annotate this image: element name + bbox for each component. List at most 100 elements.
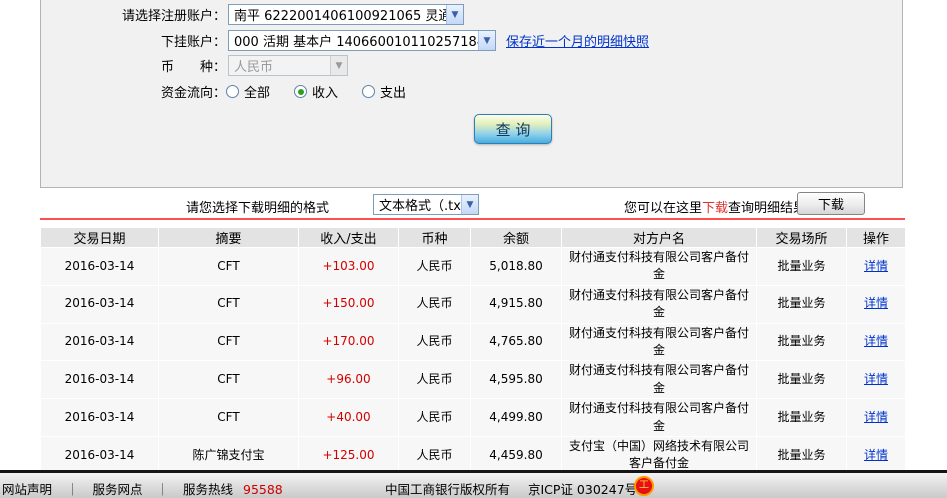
- sub-account-select[interactable]: 000 活期 基本户 1406600101102571848 ▼: [228, 30, 496, 51]
- download-hint-suffix: 查询明细结果: [728, 201, 807, 216]
- table-header-row: 交易日期 摘要 收入/支出 币种 余额 对方户名 交易场所 操作: [41, 228, 905, 247]
- query-form-panel: 请选择注册账户： 南平 6222001406100921065 灵通卡 ▼ 下挂…: [40, 0, 903, 188]
- transaction-venue: 批量业务: [757, 399, 846, 436]
- summary: CFT: [159, 323, 298, 361]
- amount: +40.00: [299, 399, 398, 436]
- detail-link[interactable]: 详情: [864, 296, 888, 310]
- register-account-row: 请选择注册账户： 南平 6222001406100921065 灵通卡 ▼: [41, 4, 902, 25]
- save-snapshot-link[interactable]: 保存近一个月的明细快照: [506, 31, 649, 50]
- radio-icon[interactable]: [226, 85, 239, 98]
- table-row: 2016-03-14 CFT +103.00 人民币 5,018.80 财付通支付科技有限…: [41, 248, 905, 285]
- hotline-number: 95588: [243, 482, 283, 497]
- balance: 4,595.80: [471, 361, 561, 399]
- balance: 4,915.80: [471, 285, 561, 323]
- red-divider: [40, 218, 905, 220]
- copyright-text: 中国工商银行版权所有: [385, 482, 511, 497]
- action-cell: 详情: [847, 285, 905, 323]
- transaction-venue: 批量业务: [757, 285, 846, 323]
- balance: 5,018.80: [471, 248, 561, 285]
- summary: CFT: [159, 361, 298, 399]
- download-hint-prefix: 您可以在这里: [624, 201, 703, 216]
- amount: +125.00: [299, 436, 398, 474]
- radio-icon[interactable]: [294, 85, 308, 98]
- action-cell: 详情: [847, 436, 905, 474]
- column-header: 操作: [847, 228, 905, 247]
- currency: 人民币: [399, 399, 470, 436]
- counterparty-name: 财付通支付科技有限公司客户备付金: [562, 285, 756, 323]
- download-format-value: 文本格式（.txt）: [379, 199, 461, 214]
- radio-label: 收入: [312, 86, 339, 101]
- balance: 4,765.80: [471, 323, 561, 361]
- fund-flow-radio-1[interactable]: 收入: [294, 82, 338, 101]
- currency: 人民币: [399, 285, 470, 323]
- counterparty-name: 财付通支付科技有限公司客户备付金: [562, 399, 756, 436]
- balance: 4,499.80: [471, 399, 561, 436]
- footer-separator: ｜: [66, 482, 79, 497]
- action-cell: 详情: [847, 399, 905, 436]
- currency: 人民币: [399, 248, 470, 285]
- register-account-select[interactable]: 南平 6222001406100921065 灵通卡 ▼: [228, 4, 464, 25]
- balance: 4,459.80: [471, 436, 561, 474]
- action-cell: 详情: [847, 361, 905, 399]
- transaction-date: 2016-03-14: [41, 285, 158, 323]
- detail-link[interactable]: 详情: [864, 410, 888, 424]
- detail-link[interactable]: 详情: [864, 334, 888, 348]
- table-row: 2016-03-14 CFT +40.00 人民币 4,499.80 财付通支付科技有限公…: [41, 399, 905, 436]
- summary: CFT: [159, 399, 298, 436]
- column-header: 余额: [471, 228, 561, 247]
- transaction-date: 2016-03-14: [41, 436, 158, 474]
- chevron-down-icon[interactable]: ▼: [446, 5, 463, 24]
- transaction-date: 2016-03-14: [41, 323, 158, 361]
- footer-link-service-outlets[interactable]: 服务网点: [93, 482, 143, 497]
- icp-number: 京ICP证 030247号: [528, 482, 638, 497]
- counterparty-name: 支付宝（中国）网络技术有限公司客户备付金: [562, 436, 756, 474]
- detail-link[interactable]: 详情: [864, 259, 888, 273]
- chevron-down-icon[interactable]: ▼: [478, 31, 495, 50]
- transaction-venue: 批量业务: [757, 436, 846, 474]
- fund-flow-radio-0[interactable]: 全部: [226, 82, 270, 101]
- sub-account-label: 下挂账户：: [160, 35, 226, 50]
- counterparty-name: 财付通支付科技有限公司客户备付金: [562, 248, 756, 285]
- register-account-value: 南平 6222001406100921065 灵通卡: [234, 9, 446, 24]
- currency-row: 币 种： 人民币 ▼: [41, 55, 902, 76]
- transaction-date: 2016-03-14: [41, 248, 158, 285]
- action-cell: 详情: [847, 323, 905, 361]
- detail-link[interactable]: 详情: [864, 448, 888, 462]
- summary: 陈广锦支付宝: [159, 436, 298, 474]
- footer-links: 网站声明 ｜ 服务网点 ｜ 服务热线 95588: [2, 479, 283, 498]
- footer-bar: 网站声明 ｜ 服务网点 ｜ 服务热线 95588 中国工商银行版权所有 京ICP…: [0, 470, 947, 498]
- download-hint-word: 下载: [702, 201, 729, 216]
- detail-link[interactable]: 详情: [864, 372, 888, 386]
- amount: +170.00: [299, 323, 398, 361]
- chevron-down-icon: ▼: [330, 56, 347, 75]
- table-row: 2016-03-14 CFT +150.00 人民币 4,915.80 财付通支付科技有限…: [41, 285, 905, 323]
- download-button[interactable]: 下载: [797, 192, 865, 215]
- currency: 人民币: [399, 323, 470, 361]
- query-button[interactable]: 查 询: [474, 114, 552, 144]
- icbc-seal-icon: 工: [634, 476, 654, 496]
- column-header: 对方户名: [562, 228, 756, 247]
- counterparty-name: 财付通支付科技有限公司客户备付金: [562, 323, 756, 361]
- table-row: 2016-03-14 CFT +170.00 人民币 4,765.80 财付通支付科技有限…: [41, 323, 905, 361]
- summary: CFT: [159, 248, 298, 285]
- amount: +96.00: [299, 361, 398, 399]
- amount: +150.00: [299, 285, 398, 323]
- fund-flow-label: 资金流向：: [160, 86, 226, 101]
- summary: CFT: [159, 285, 298, 323]
- table-row: 2016-03-14 陈广锦支付宝 +125.00 人民币 4,459.80 支付宝（中国…: [41, 436, 905, 474]
- column-header: 收入/支出: [299, 228, 398, 247]
- footer-link-site-statement[interactable]: 网站声明: [2, 482, 52, 497]
- download-format-select[interactable]: 文本格式（.txt） ▼: [373, 194, 479, 215]
- column-header: 币种: [399, 228, 470, 247]
- radio-icon[interactable]: [362, 85, 376, 98]
- transaction-date: 2016-03-14: [41, 361, 158, 399]
- currency-label: 币 种：: [160, 60, 226, 75]
- sub-account-row: 下挂账户： 000 活期 基本户 1406600101102571848 ▼ 保…: [41, 30, 902, 51]
- footer-copyright: 中国工商银行版权所有 京ICP证 030247号: [385, 479, 637, 498]
- currency-select: 人民币 ▼: [228, 55, 348, 76]
- download-hint-text: 您可以在这里下载查询明细结果: [624, 197, 806, 216]
- register-account-label: 请选择注册账户：: [121, 9, 226, 24]
- fund-flow-radio-2[interactable]: 支出: [362, 82, 406, 101]
- chevron-down-icon[interactable]: ▼: [461, 195, 478, 214]
- transaction-venue: 批量业务: [757, 323, 846, 361]
